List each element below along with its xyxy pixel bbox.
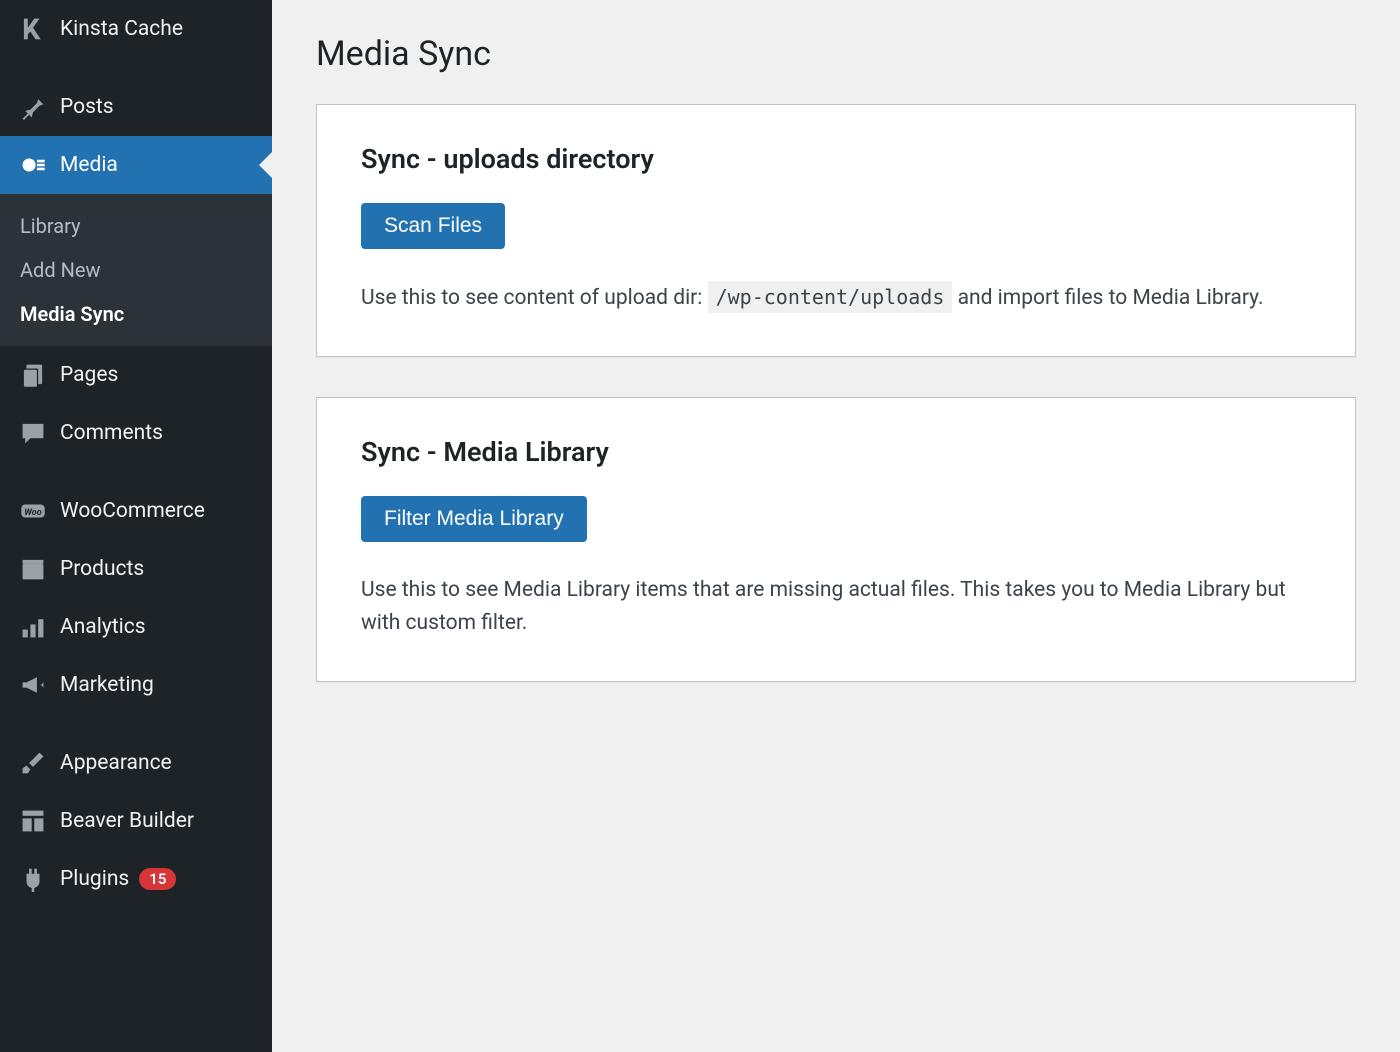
sidebar-item-label: Comments	[60, 421, 163, 445]
scan-files-button[interactable]: Scan Files	[361, 203, 505, 249]
sidebar-item-pages[interactable]: Pages	[0, 346, 272, 404]
plug-icon	[18, 864, 48, 894]
separator	[0, 462, 272, 482]
submenu-item-library[interactable]: Library	[0, 204, 272, 248]
layout-icon	[18, 806, 48, 836]
admin-sidebar: Kinsta Cache Posts Media Library Add New…	[0, 0, 272, 1052]
sidebar-item-marketing[interactable]: Marketing	[0, 656, 272, 714]
card-title: Sync - uploads directory	[361, 143, 1311, 175]
kinsta-icon	[18, 14, 48, 44]
card-description: Use this to see content of upload dir: /…	[361, 281, 1311, 316]
submenu-item-media-sync[interactable]: Media Sync	[0, 292, 272, 336]
sidebar-item-woocommerce[interactable]: Woo WooCommerce	[0, 482, 272, 540]
card-sync-media-library: Sync - Media Library Filter Media Librar…	[316, 397, 1356, 682]
filter-media-library-button[interactable]: Filter Media Library	[361, 496, 587, 542]
sidebar-item-analytics[interactable]: Analytics	[0, 598, 272, 656]
sidebar-item-label: Beaver Builder	[60, 809, 194, 833]
analytics-icon	[18, 612, 48, 642]
sidebar-item-appearance[interactable]: Appearance	[0, 734, 272, 792]
comment-icon	[18, 418, 48, 448]
submenu-media: Library Add New Media Sync	[0, 194, 272, 346]
sidebar-item-label: WooCommerce	[60, 499, 205, 523]
desc-text: and import files to Media Library.	[958, 286, 1264, 310]
sidebar-item-label: Media	[60, 153, 118, 177]
desc-text: Use this to see content of upload dir:	[361, 286, 708, 310]
upload-path-code: /wp-content/uploads	[708, 281, 953, 313]
sidebar-item-products[interactable]: Products	[0, 540, 272, 598]
media-icon	[18, 150, 48, 180]
sidebar-item-label: Analytics	[60, 615, 146, 639]
sidebar-item-label: Marketing	[60, 673, 154, 697]
woo-icon: Woo	[18, 496, 48, 526]
sidebar-item-media[interactable]: Media	[0, 136, 272, 194]
sidebar-item-posts[interactable]: Posts	[0, 78, 272, 136]
sidebar-item-beaver-builder[interactable]: Beaver Builder	[0, 792, 272, 850]
card-title: Sync - Media Library	[361, 436, 1311, 468]
sidebar-item-comments[interactable]: Comments	[0, 404, 272, 462]
page-title: Media Sync	[316, 34, 1356, 74]
sidebar-item-plugins[interactable]: Plugins 15	[0, 850, 272, 908]
megaphone-icon	[18, 670, 48, 700]
pages-icon	[18, 360, 48, 390]
plugins-update-badge: 15	[139, 868, 176, 890]
svg-text:Woo: Woo	[24, 508, 42, 518]
pin-icon	[18, 92, 48, 122]
sidebar-item-label: Posts	[60, 95, 114, 119]
sidebar-item-kinsta-cache[interactable]: Kinsta Cache	[0, 0, 272, 58]
products-icon	[18, 554, 48, 584]
separator	[0, 58, 272, 78]
submenu-item-add-new[interactable]: Add New	[0, 248, 272, 292]
card-description: Use this to see Media Library items that…	[361, 574, 1311, 641]
sidebar-item-label: Kinsta Cache	[60, 17, 183, 41]
sidebar-item-label: Plugins	[60, 867, 129, 891]
separator	[0, 714, 272, 734]
main-content: Media Sync Sync - uploads directory Scan…	[272, 0, 1400, 1052]
sidebar-item-label: Appearance	[60, 751, 172, 775]
card-sync-uploads: Sync - uploads directory Scan Files Use …	[316, 104, 1356, 357]
brush-icon	[18, 748, 48, 778]
sidebar-item-label: Products	[60, 557, 144, 581]
sidebar-item-label: Pages	[60, 363, 118, 387]
